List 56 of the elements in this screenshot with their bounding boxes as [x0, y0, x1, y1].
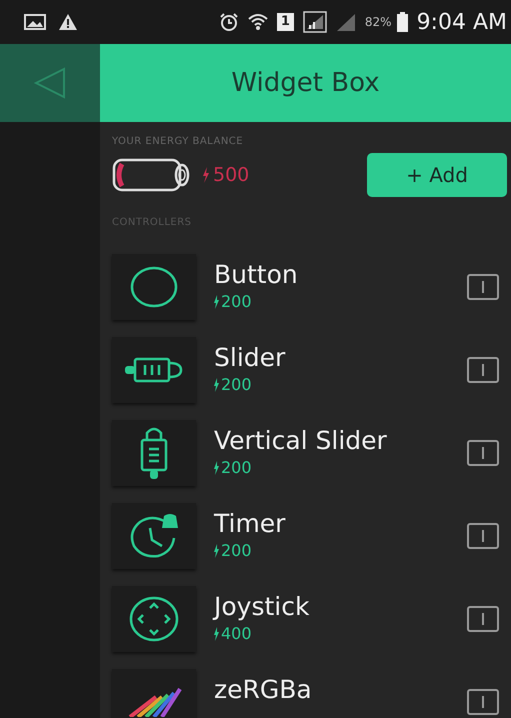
info-icon [467, 689, 499, 715]
widget-price: 400 [221, 624, 252, 643]
info-icon [467, 274, 499, 300]
info-button[interactable] [467, 523, 499, 549]
battery-percent: 82% [364, 15, 392, 29]
clock-time: 9:04 AM [416, 10, 507, 34]
widget-name: Slider [214, 343, 286, 373]
widget-tile[interactable] [112, 420, 196, 486]
widget-price: 200 [221, 292, 252, 311]
info-button[interactable] [467, 606, 499, 632]
bolt-icon [214, 626, 219, 640]
add-energy-button[interactable]: + Add [367, 153, 507, 197]
battery-icon [396, 12, 408, 32]
info-button[interactable] [467, 274, 499, 300]
widget-price: 200 [221, 541, 252, 560]
alarm-icon [218, 12, 239, 32]
info-icon [467, 523, 499, 549]
info-icon [467, 606, 499, 632]
info-icon [467, 357, 499, 383]
widget-name: Vertical Slider [214, 426, 387, 456]
bolt-icon [214, 378, 219, 392]
sim-indicator: 1 [276, 13, 294, 31]
wifi-icon [248, 13, 268, 31]
energy-battery-icon [112, 158, 192, 192]
widget-tile[interactable] [112, 669, 196, 718]
signal-icon [302, 11, 327, 33]
bolt-icon [214, 460, 219, 474]
widget-tile[interactable] [112, 503, 196, 569]
rgb-stripes-icon [126, 687, 182, 717]
energy-balance: 500 [213, 164, 250, 186]
widget-tile[interactable] [112, 337, 196, 403]
vertical-slider-icon [138, 425, 170, 481]
signal-icon [336, 12, 356, 32]
bolt-icon [214, 294, 219, 308]
screen-title: Widget Box [231, 68, 380, 98]
slider-icon [123, 356, 185, 384]
widget-name: Timer [214, 509, 286, 539]
widget-price: 200 [221, 375, 252, 394]
info-button[interactable] [467, 689, 499, 715]
widget-tile[interactable] [112, 254, 196, 320]
info-icon [467, 440, 499, 466]
widget-name: Button [214, 260, 298, 290]
back-icon [32, 65, 68, 101]
bolt-icon [214, 544, 219, 558]
energy-label: YOUR ENERGY BALANCE [112, 136, 244, 147]
widget-price: 200 [221, 458, 252, 477]
bolt-icon [202, 167, 210, 183]
circle-icon [129, 265, 179, 309]
info-button[interactable] [467, 357, 499, 383]
joystick-icon [128, 595, 180, 643]
info-button[interactable] [467, 440, 499, 466]
widget-tile[interactable] [112, 586, 196, 652]
widget-name: Joystick [214, 592, 310, 622]
image-icon [24, 14, 46, 30]
warning-icon [58, 13, 78, 31]
widget-name: zeRGBa [214, 675, 312, 705]
